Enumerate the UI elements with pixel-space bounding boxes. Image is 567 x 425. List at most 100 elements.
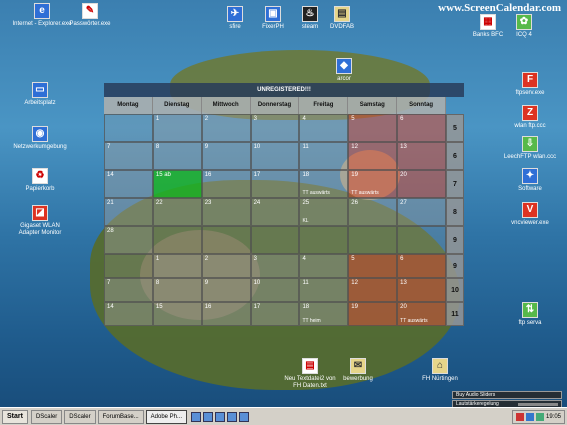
day-cell[interactable]: 3 bbox=[250, 254, 300, 278]
day-cell[interactable]: 1 bbox=[152, 254, 202, 278]
wlan-ftp-icon[interactable]: Zwlan ftp.ccc bbox=[500, 105, 560, 130]
day-cell[interactable]: 18 TT heim bbox=[299, 302, 349, 326]
day-cell[interactable]: 2 bbox=[201, 114, 251, 142]
start-button[interactable]: Start bbox=[2, 409, 28, 424]
week-number: 9 bbox=[446, 254, 464, 278]
day-cell[interactable]: 21 bbox=[104, 198, 153, 226]
day-cell[interactable]: 15 bbox=[152, 302, 202, 326]
taskbar-item-active[interactable]: Adobe Ph... bbox=[145, 409, 188, 424]
vncviewer-icon[interactable]: Vvncviewer.exe bbox=[500, 202, 560, 227]
day-cell[interactable]: 22 bbox=[152, 198, 202, 226]
screen-calendar[interactable]: UNREGISTERED!!! Montag Dienstag Mittwoch… bbox=[104, 83, 464, 345]
taskbar-item[interactable]: ForumBase... bbox=[97, 409, 144, 424]
day-cell[interactable]: 7 bbox=[104, 278, 153, 302]
day-cell[interactable]: 8 bbox=[152, 142, 202, 170]
day-cell[interactable] bbox=[348, 226, 398, 254]
day-number: 18 bbox=[302, 304, 310, 310]
day-cell[interactable]: 11 bbox=[299, 142, 349, 170]
day-cell[interactable] bbox=[104, 114, 153, 142]
day-cell-today[interactable]: 15 ab bbox=[152, 170, 202, 198]
week-number: 11 bbox=[446, 302, 464, 326]
tray-icon[interactable] bbox=[535, 413, 544, 421]
slider-track[interactable] bbox=[518, 403, 558, 406]
day-cell[interactable]: 17 bbox=[250, 302, 300, 326]
calendar-week-row: 14 15 ab 16 17 18 TT auswärts 19 TT auswär… bbox=[104, 170, 447, 198]
arcor-icon[interactable]: ◆ arcor bbox=[314, 58, 374, 83]
day-cell[interactable]: 12 bbox=[348, 278, 398, 302]
taskbar-item[interactable]: DScaler bbox=[30, 409, 63, 424]
brand-link[interactable]: www.ScreenCalendar.com bbox=[438, 2, 561, 14]
day-cell[interactable]: 18 TT auswärts bbox=[299, 170, 349, 198]
icq-icon[interactable]: ✿ ICQ 4 bbox=[494, 14, 554, 39]
event-note: TT auswärts bbox=[400, 318, 428, 324]
weekday-label: Mittwoch bbox=[202, 97, 251, 114]
day-cell[interactable] bbox=[104, 254, 153, 278]
netzwerk-icon[interactable]: ◉ Netzwerkumgebung bbox=[10, 126, 70, 151]
day-cell[interactable]: 11 bbox=[299, 278, 349, 302]
quick-launch-icon[interactable] bbox=[203, 411, 214, 422]
day-cell[interactable]: 4 bbox=[299, 114, 349, 142]
day-cell[interactable]: 9 bbox=[201, 142, 251, 170]
weekday-label: Samstag bbox=[348, 97, 398, 114]
day-cell[interactable]: 9 bbox=[201, 278, 251, 302]
day-cell[interactable] bbox=[201, 226, 251, 254]
day-cell[interactable]: 2 bbox=[201, 254, 251, 278]
day-cell[interactable] bbox=[299, 226, 349, 254]
day-cell[interactable]: 16 bbox=[201, 170, 251, 198]
taskbar-item[interactable]: DScaler bbox=[64, 409, 96, 424]
quick-launch-icon[interactable] bbox=[191, 411, 202, 422]
quick-launch-icon[interactable] bbox=[239, 411, 250, 422]
weekday-label: Freitag bbox=[299, 97, 349, 114]
day-cell[interactable]: 4 bbox=[299, 254, 349, 278]
day-cell[interactable]: 1 bbox=[152, 114, 202, 142]
day-cell[interactable]: 28 bbox=[104, 226, 153, 254]
quick-launch-icon[interactable] bbox=[215, 411, 226, 422]
day-cell[interactable]: 16 bbox=[201, 302, 251, 326]
day-cell[interactable]: 13 bbox=[397, 278, 447, 302]
week-number: 6 bbox=[446, 142, 464, 170]
day-cell[interactable]: 14 bbox=[104, 302, 153, 326]
day-cell[interactable]: 17 bbox=[250, 170, 300, 198]
day-cell[interactable]: 6 bbox=[397, 114, 447, 142]
papierkorb-icon[interactable]: ♻ Papierkorb bbox=[10, 168, 70, 193]
day-cell[interactable]: 14 bbox=[104, 170, 153, 198]
fh-icon[interactable]: ⌂ FH Nürtingen bbox=[410, 358, 470, 383]
dvd-icon[interactable]: ▤ DVDFAB bbox=[312, 6, 372, 31]
ftpserv-icon[interactable]: Fftpserv.exe bbox=[500, 72, 560, 97]
day-cell[interactable]: 5 bbox=[348, 114, 398, 142]
day-cell[interactable]: 5 bbox=[348, 254, 398, 278]
audio-slider[interactable]: Buy Audio Sliders bbox=[452, 391, 562, 399]
day-cell[interactable]: 19 bbox=[348, 302, 398, 326]
gigaset-icon[interactable]: ◪ Gigaset WLAN Adapter Monitor bbox=[10, 205, 70, 237]
password-icon[interactable]: ✎ Passwörter.exe bbox=[60, 3, 120, 28]
day-cell[interactable]: 27 bbox=[397, 198, 447, 226]
day-cell[interactable]: 19 TT auswärts bbox=[348, 170, 398, 198]
day-cell[interactable]: 7 bbox=[104, 142, 153, 170]
quick-launch-icon[interactable] bbox=[227, 411, 238, 422]
tray-icon[interactable] bbox=[515, 413, 524, 421]
day-cell[interactable]: 8 bbox=[152, 278, 202, 302]
clock[interactable]: 19:05 bbox=[546, 411, 561, 423]
day-cell[interactable]: 13 bbox=[397, 142, 447, 170]
day-cell[interactable]: 3 bbox=[250, 114, 300, 142]
day-cell[interactable]: 23 bbox=[201, 198, 251, 226]
arbeitsplatz-icon[interactable]: ▭ Arbeitsplatz bbox=[10, 82, 70, 107]
day-cell[interactable]: 12 bbox=[348, 142, 398, 170]
day-cell[interactable] bbox=[397, 226, 447, 254]
tray-icon[interactable] bbox=[525, 413, 534, 421]
day-cell[interactable]: 6 bbox=[397, 254, 447, 278]
software-icon[interactable]: ✦ Software bbox=[500, 168, 560, 193]
calendar-week-row: 7 8 9 10 11 12 13 bbox=[104, 142, 447, 170]
bewerbung-icon[interactable]: ✉ bewerbung bbox=[328, 358, 388, 383]
day-cell[interactable]: 10 bbox=[250, 142, 300, 170]
day-cell[interactable]: 10 bbox=[250, 278, 300, 302]
day-cell[interactable]: 20 bbox=[397, 170, 447, 198]
day-cell[interactable]: 20 TT auswärts bbox=[397, 302, 447, 326]
day-cell[interactable]: 25 KL bbox=[299, 198, 349, 226]
day-cell[interactable] bbox=[250, 226, 300, 254]
ftp-serva-icon[interactable]: ⇅ ftp serva bbox=[500, 302, 560, 327]
day-cell[interactable]: 24 bbox=[250, 198, 300, 226]
leechftp-icon[interactable]: ⇩ LeechFTP wlan.ccc bbox=[500, 136, 560, 161]
day-cell[interactable] bbox=[152, 226, 202, 254]
day-cell[interactable]: 26 bbox=[348, 198, 398, 226]
